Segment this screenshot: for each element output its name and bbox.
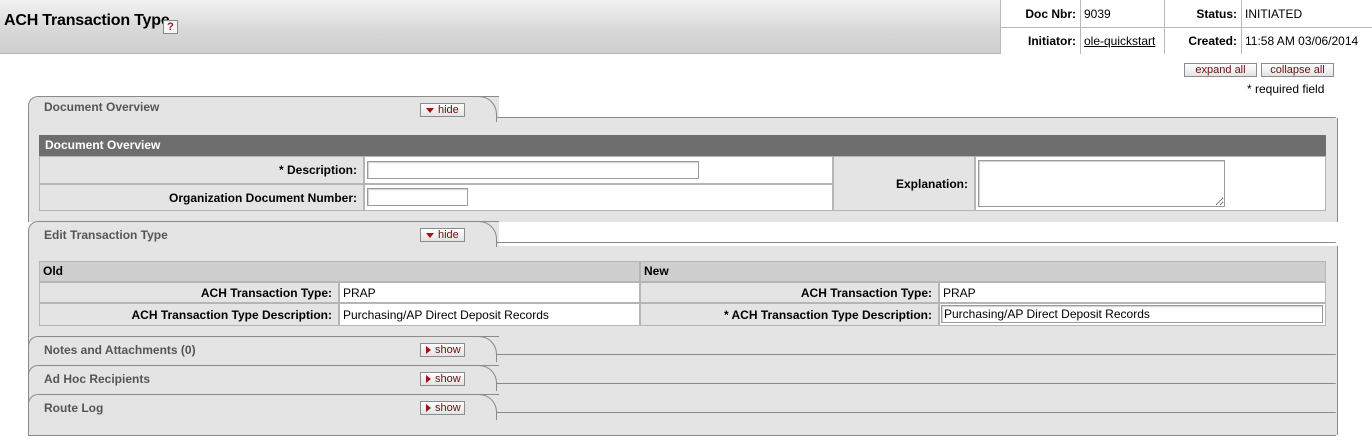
document-overview-hide-button[interactable]: hide bbox=[420, 103, 465, 117]
doc-nbr-label: Doc Nbr: bbox=[1025, 7, 1076, 21]
description-label: * Description: bbox=[39, 156, 364, 184]
status-value: INITIATED bbox=[1245, 7, 1303, 21]
new-desc-input[interactable] bbox=[941, 305, 1323, 323]
triangle-down-icon bbox=[426, 232, 434, 238]
new-column-header: New bbox=[640, 261, 1326, 282]
notes-and-attachments-show-button[interactable]: show bbox=[420, 343, 465, 357]
created-label: Created: bbox=[1188, 34, 1237, 48]
tab-divider bbox=[496, 383, 1336, 384]
notes-and-attachments-tab-title: Notes and Attachments (0) bbox=[44, 343, 196, 357]
triangle-right-icon bbox=[426, 346, 431, 355]
toggle-label: hide bbox=[438, 229, 459, 241]
route-log-tab-title: Route Log bbox=[44, 401, 104, 415]
initiator-label: Initiator: bbox=[1028, 34, 1076, 48]
triangle-right-icon bbox=[426, 404, 431, 413]
panel-bottom-border bbox=[28, 435, 1336, 436]
tab-divider bbox=[496, 412, 1336, 413]
help-icon[interactable]: ? bbox=[163, 20, 178, 34]
toggle-label: hide bbox=[438, 104, 459, 116]
old-type-label: ACH Transaction Type: bbox=[39, 282, 339, 303]
explanation-label: Explanation: bbox=[833, 156, 975, 211]
old-desc-value: Purchasing/AP Direct Deposit Records bbox=[339, 303, 640, 326]
old-column-header: Old bbox=[39, 261, 640, 282]
tab-divider bbox=[496, 242, 1336, 243]
explanation-textarea[interactable] bbox=[978, 160, 1225, 207]
edit-transaction-type-hide-button[interactable]: hide bbox=[420, 228, 465, 242]
tab-divider bbox=[496, 117, 1336, 118]
description-input[interactable] bbox=[367, 161, 699, 179]
created-value: 11:58 AM 03/06/2014 bbox=[1245, 34, 1359, 48]
initiator-link[interactable]: ole-quickstart bbox=[1084, 34, 1164, 48]
doc-nbr-value: 9039 bbox=[1084, 7, 1111, 21]
new-desc-label: * ACH Transaction Type Description: bbox=[640, 303, 939, 326]
ad-hoc-recipients-tab-title: Ad Hoc Recipients bbox=[44, 372, 151, 386]
document-overview-tab-title: Document Overview bbox=[44, 100, 160, 114]
org-doc-number-label: Organization Document Number: bbox=[39, 184, 364, 211]
triangle-down-icon bbox=[426, 107, 434, 113]
collapse-all-button[interactable]: collapse all bbox=[1261, 63, 1334, 77]
toggle-label: show bbox=[435, 402, 461, 414]
tab-divider bbox=[496, 354, 1336, 355]
document-info: Doc Nbr: 9039 Status: INITIATED Initiato… bbox=[1000, 0, 1372, 54]
old-desc-label: ACH Transaction Type Description: bbox=[39, 303, 339, 326]
old-type-value: PRAP bbox=[339, 282, 640, 303]
route-log-show-button[interactable]: show bbox=[420, 401, 465, 415]
new-type-label: ACH Transaction Type: bbox=[640, 282, 939, 303]
document-overview-section-header: Document Overview bbox=[39, 135, 1326, 156]
expand-all-button[interactable]: expand all bbox=[1184, 63, 1257, 77]
status-label: Status: bbox=[1196, 7, 1237, 21]
org-doc-number-input[interactable] bbox=[367, 188, 468, 206]
toggle-label: show bbox=[435, 373, 461, 385]
page-title: ACH Transaction Type bbox=[4, 12, 170, 29]
edit-transaction-type-tab-title: Edit Transaction Type bbox=[44, 228, 168, 242]
ad-hoc-recipients-show-button[interactable]: show bbox=[420, 372, 465, 386]
triangle-right-icon bbox=[426, 375, 431, 384]
new-type-value: PRAP bbox=[939, 282, 1326, 303]
required-field-note: * required field bbox=[1247, 82, 1325, 96]
toggle-label: show bbox=[435, 344, 461, 356]
